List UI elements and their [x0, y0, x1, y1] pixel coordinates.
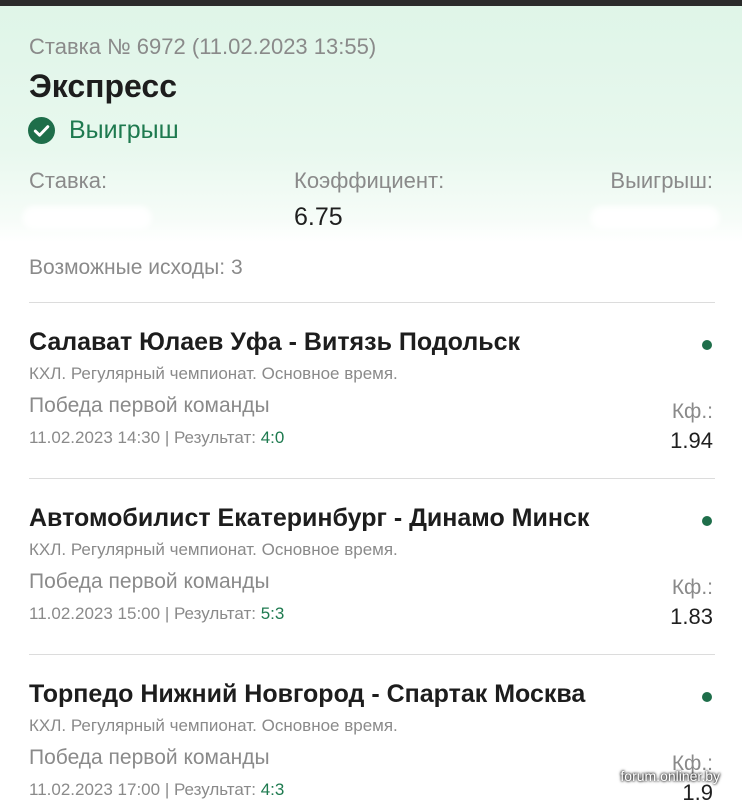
- coefficient-value: 6.75: [294, 203, 343, 231]
- event-datetime: 11.02.2023 15:00: [29, 604, 161, 623]
- event-datetime-result: 11.02.2023 15:00 | Результат: 5:3: [29, 604, 284, 624]
- bet-status: Выигрыш: [28, 116, 179, 145]
- event-status-dot: [702, 516, 712, 526]
- event-title: Автомобилист Екатеринбург - Динамо Минск: [29, 504, 590, 532]
- event-datetime: 11.02.2023 14:30: [29, 428, 161, 447]
- odds-value: 1.94: [670, 428, 713, 453]
- event-status-dot: [702, 340, 712, 350]
- possible-outcomes: Возможные исходы: 3: [29, 256, 243, 279]
- event-score: 4:0: [260, 428, 285, 447]
- coefficient-label: Коэффициент:: [294, 168, 445, 193]
- winnings-label: Выигрыш:: [610, 168, 713, 193]
- event-card[interactable]: Автомобилист Екатеринбург - Динамо Минск…: [0, 504, 742, 654]
- event-score: 4:3: [260, 780, 285, 799]
- event-league: КХЛ. Регулярный чемпионат. Основное врем…: [29, 540, 398, 559]
- event-pick: Победа первой команды: [29, 746, 270, 769]
- watermark: forum.onliner.by: [620, 768, 720, 784]
- event-card[interactable]: Салават Юлаев Уфа - Витязь Подольск КХЛ.…: [0, 328, 742, 478]
- result-label: | Результат:: [160, 604, 261, 623]
- event-pick: Победа первой команды: [29, 570, 270, 593]
- divider: [29, 302, 715, 303]
- result-label: | Результат:: [160, 780, 261, 799]
- event-league: КХЛ. Регулярный чемпионат. Основное врем…: [29, 364, 398, 383]
- odds-value: 1.83: [670, 604, 713, 629]
- event-title: Торпедо Нижний Новгород - Спартак Москва: [29, 680, 586, 708]
- stake-label: Ставка:: [29, 168, 108, 193]
- stake-value-redacted: [22, 206, 152, 230]
- odds-label: Кф.:: [671, 400, 713, 423]
- bet-number: Ставка № 6972 (11.02.2023 13:55): [29, 34, 377, 59]
- event-datetime: 11.02.2023 17:00: [29, 780, 161, 799]
- bet-header: Ставка № 6972 (11.02.2023 13:55) Экспрес…: [0, 6, 742, 242]
- odds-label: Кф.:: [671, 576, 713, 599]
- event-datetime-result: 11.02.2023 14:30 | Результат: 4:0: [29, 428, 284, 448]
- event-datetime-result: 11.02.2023 17:00 | Результат: 4:3: [29, 780, 284, 800]
- check-circle-icon: [28, 117, 55, 144]
- event-status-dot: [702, 692, 712, 702]
- status-label: Выигрыш: [69, 116, 179, 144]
- divider: [29, 654, 715, 655]
- event-title: Салават Юлаев Уфа - Витязь Подольск: [29, 328, 520, 356]
- event-league: КХЛ. Регулярный чемпионат. Основное врем…: [29, 716, 398, 735]
- divider: [29, 478, 715, 479]
- winnings-value-redacted: [590, 206, 720, 230]
- bet-type-title: Экспресс: [29, 68, 177, 104]
- result-label: | Результат:: [160, 428, 261, 447]
- event-pick: Победа первой команды: [29, 394, 270, 417]
- event-score: 5:3: [260, 604, 285, 623]
